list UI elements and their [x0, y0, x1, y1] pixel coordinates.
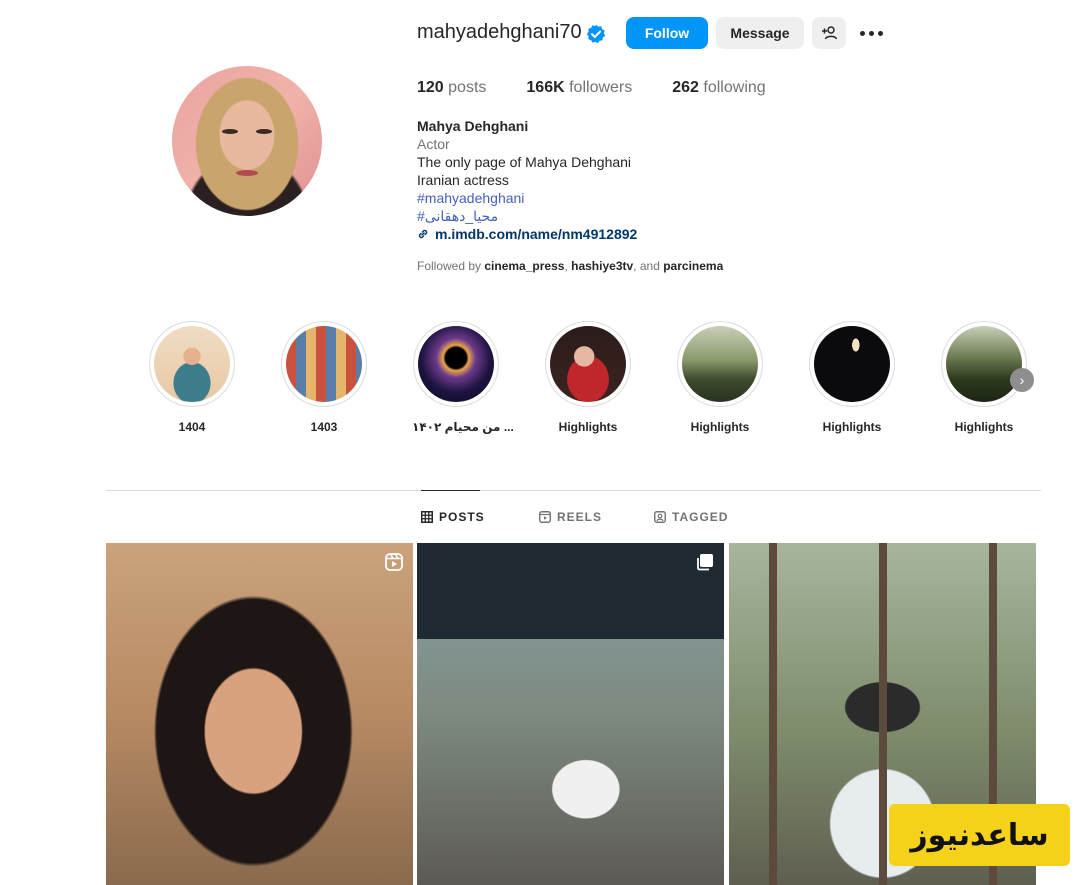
- verified-badge-icon: [586, 24, 606, 44]
- grid-icon: [421, 511, 433, 523]
- chevron-right-icon[interactable]: ›: [1010, 368, 1034, 392]
- posts-count: 120: [417, 79, 444, 96]
- reels-icon: [539, 511, 551, 523]
- following-label: following: [703, 79, 766, 96]
- tab-tagged[interactable]: TAGGED: [654, 510, 728, 524]
- bio-line: Iranian actress: [417, 172, 509, 188]
- highlight-label: Highlights: [558, 420, 618, 434]
- posts-stat[interactable]: 120 posts: [417, 79, 486, 97]
- link-text: m.imdb.com/name/nm4912892: [435, 226, 638, 242]
- highlight-label: Highlights: [822, 420, 882, 434]
- post-thumbnail[interactable]: [106, 543, 413, 885]
- highlight-cover: [682, 326, 758, 402]
- following-count: 262: [672, 79, 699, 96]
- tab-posts[interactable]: POSTS: [421, 510, 485, 524]
- follower-username: cinema_press: [484, 259, 565, 273]
- highlight-item[interactable]: Highlights: [676, 321, 764, 434]
- highlight-label: Highlights: [954, 420, 1014, 434]
- highlight-cover: [418, 326, 494, 402]
- follow-button[interactable]: Follow: [626, 17, 708, 49]
- carousel-icon: [697, 554, 713, 571]
- highlight-cover: [154, 326, 230, 402]
- tabs-divider: [106, 490, 1041, 491]
- follower-username: parcinema: [663, 259, 724, 273]
- highlight-item[interactable]: من محیام ۱۴۰۲ ...: [412, 321, 514, 434]
- hashtag-link[interactable]: #mahyadehghani: [417, 190, 524, 206]
- tab-label: POSTS: [439, 510, 485, 524]
- post-thumbnail[interactable]: [417, 543, 724, 885]
- tab-reels[interactable]: REELS: [539, 510, 602, 524]
- full-name: Mahya Dehghani: [417, 118, 529, 134]
- avatar-lips: [236, 170, 258, 176]
- highlight-label: Highlights: [690, 420, 750, 434]
- tab-label: REELS: [557, 510, 603, 524]
- following-stat[interactable]: 262 following: [672, 79, 765, 97]
- external-link[interactable]: m.imdb.com/name/nm4912892: [417, 226, 637, 242]
- highlight-label: 1404: [178, 420, 206, 434]
- highlight-cover: [286, 326, 362, 402]
- profile-stats: 120 posts 166K followers 262 following: [417, 79, 806, 97]
- category-label: Actor: [417, 136, 450, 152]
- tab-label: TAGGED: [672, 510, 729, 524]
- active-tab-indicator: [421, 490, 480, 491]
- hashtag-link[interactable]: #محیا_دهقانی: [417, 208, 498, 225]
- followers-label: followers: [569, 79, 633, 96]
- separator: ,: [564, 259, 568, 273]
- follower-username: hashiye3tv: [571, 259, 634, 273]
- avatar-eye: [256, 129, 272, 134]
- bio-line: The only page of Mahya Dehghani: [417, 154, 632, 170]
- highlight-label: من محیام ۱۴۰۲ ...: [412, 420, 514, 434]
- highlight-item[interactable]: Highlights: [808, 321, 896, 434]
- highlight-cover: [946, 326, 1022, 402]
- add-user-icon: [822, 26, 837, 40]
- more-options-icon[interactable]: [856, 17, 886, 49]
- separator: , and: [633, 259, 660, 273]
- followed-by-prefix: Followed by: [417, 259, 482, 273]
- followers-stat[interactable]: 166K followers: [526, 79, 632, 97]
- reel-icon: [385, 553, 403, 571]
- suggested-users-button[interactable]: [812, 17, 846, 49]
- watermark-logo: ساعدنیوز: [889, 804, 1070, 866]
- highlight-item[interactable]: 1403: [280, 321, 368, 434]
- message-button[interactable]: Message: [716, 17, 804, 49]
- tagged-icon: [654, 511, 666, 523]
- followed-by[interactable]: Followed by cinema_press, hashiye3tv, an…: [417, 259, 723, 273]
- posts-label: posts: [448, 79, 487, 96]
- link-icon: [418, 229, 428, 239]
- avatar-eye: [222, 129, 238, 134]
- followers-count: 166K: [526, 79, 565, 96]
- highlight-item[interactable]: 1404: [148, 321, 236, 434]
- highlight-cover: [814, 326, 890, 402]
- highlight-cover: [550, 326, 626, 402]
- profile-avatar[interactable]: [172, 66, 322, 216]
- username: mahyadehghani70: [417, 21, 582, 43]
- highlight-label: 1403: [310, 420, 338, 434]
- highlight-item[interactable]: Highlights: [544, 321, 632, 434]
